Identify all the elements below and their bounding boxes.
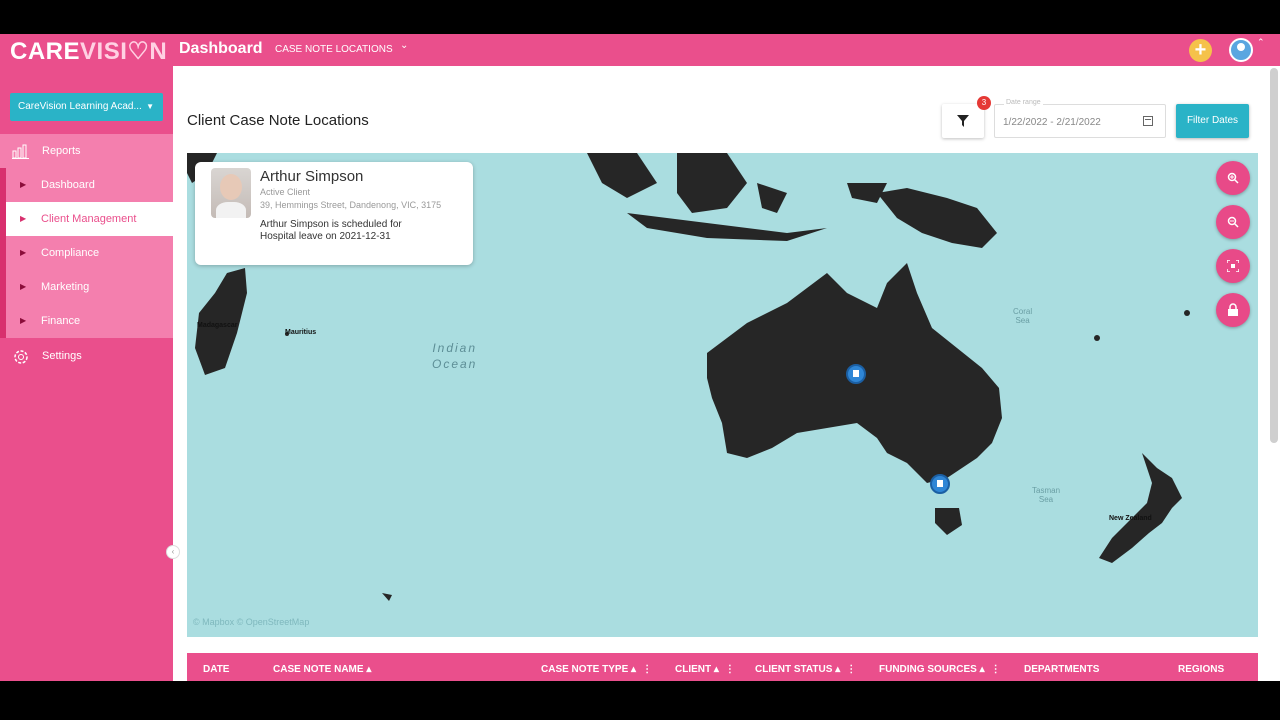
column-menu-icon[interactable]: ⋮	[642, 664, 652, 675]
column-header-date[interactable]: DATE	[203, 664, 229, 675]
add-button[interactable]: +	[1189, 39, 1212, 62]
sidebar-item-client-management[interactable]: ▶ Client Management	[0, 202, 173, 236]
column-menu-icon[interactable]: ⋮	[846, 664, 856, 675]
lock-icon	[1228, 303, 1238, 316]
triangle-right-icon: ▶	[20, 316, 27, 325]
column-header-label: DATE	[203, 664, 230, 675]
nav-title[interactable]: Dashboard	[179, 40, 263, 58]
client-note: Arthur Simpson is scheduled for Hospital…	[260, 219, 402, 242]
triangle-right-icon: ▶	[20, 282, 27, 291]
column-header-label: CLIENT	[675, 664, 712, 675]
country-label-madagascar: Madagascar	[197, 322, 238, 329]
bar-chart-icon	[12, 143, 30, 159]
sort-up-icon: ▴	[979, 664, 985, 675]
triangle-right-icon: ▶	[20, 180, 27, 189]
column-header-case-note-type[interactable]: CASE NOTE TYPE ▴ ⋮	[541, 664, 652, 675]
organisation-select-label: CareVision Learning Acad...	[18, 101, 142, 112]
client-address: 39, Hemmings Street, Dandenong, VIC, 317…	[260, 200, 442, 210]
sidebar-item-reports[interactable]: Reports	[0, 134, 173, 168]
column-header-funding-sources[interactable]: FUNDING SOURCES ▴ ⋮	[879, 664, 1001, 675]
column-header-client[interactable]: CLIENT ▴ ⋮	[675, 664, 735, 675]
sidebar-item-label: Dashboard	[41, 179, 95, 191]
client-avatar	[211, 168, 251, 218]
sidebar-item-label: Finance	[41, 315, 81, 327]
sea-label-coral: Coral Sea	[1013, 307, 1033, 325]
page-scrollbar[interactable]	[1270, 68, 1278, 443]
date-range-value: 1/22/2022 - 2/21/2022	[1003, 117, 1101, 128]
date-range-label: Date range	[1004, 99, 1043, 106]
logo-text-visi: VISI	[80, 38, 128, 65]
user-avatar-icon[interactable]	[1229, 38, 1253, 62]
sidebar-item-label: Reports	[42, 145, 81, 157]
triangle-right-icon: ▶	[20, 248, 27, 257]
column-header-label: CLIENT STATUS	[755, 664, 833, 675]
sidebar-item-compliance[interactable]: ▶ Compliance	[0, 236, 173, 270]
sidebar-item-label: Settings	[42, 350, 82, 362]
column-header-client-status[interactable]: CLIENT STATUS ▴ ⋮	[755, 664, 856, 675]
sidebar-collapse-handle[interactable]: ‹	[166, 545, 180, 559]
sidebar-item-label: Compliance	[41, 247, 100, 259]
sea-label-tasman: Tasman Sea	[1032, 486, 1061, 504]
client-info-card: Arthur Simpson Active Client 39, Hemming…	[195, 162, 473, 265]
column-menu-icon[interactable]: ⋮	[725, 664, 735, 675]
app-window: CAREVISI♡N Dashboard CASE NOTE LOCATIONS…	[0, 34, 1280, 681]
column-header-regions[interactable]: REGIONS	[1178, 664, 1224, 675]
country-label-new-zealand: New Zealand	[1109, 515, 1152, 522]
nav-subtitle[interactable]: CASE NOTE LOCATIONS	[275, 44, 393, 55]
user-menu-chevron-icon[interactable]: ⌃	[1257, 37, 1265, 48]
sidebar-item-finance[interactable]: ▶ Finance	[0, 304, 173, 338]
logo-text-care: CARE	[10, 38, 81, 65]
fullscreen-icon	[1226, 259, 1240, 273]
sort-up-icon: ▴	[835, 664, 841, 675]
filter-button[interactable]	[942, 104, 984, 138]
filter-count-badge: 3	[977, 96, 991, 110]
column-header-label: FUNDING SOURCES	[879, 664, 977, 675]
calendar-icon[interactable]	[1143, 116, 1153, 126]
heart-icon: ♡	[127, 38, 150, 65]
map-marker-icon[interactable]	[846, 364, 866, 384]
column-header-departments[interactable]: DEPARTMENTS	[1024, 664, 1099, 675]
zoom-in-button[interactable]	[1216, 161, 1250, 195]
sidebar-item-settings[interactable]: Settings	[0, 339, 173, 373]
column-header-case-note-name[interactable]: CASE NOTE NAME ▴	[273, 664, 371, 675]
column-header-label: CASE NOTE TYPE	[541, 664, 629, 675]
chevron-down-icon[interactable]: ⌄	[400, 40, 408, 51]
column-header-label: CASE NOTE NAME	[273, 664, 364, 675]
sort-up-icon: ▴	[631, 664, 637, 675]
sidebar-item-dashboard[interactable]: ▶ Dashboard	[0, 168, 173, 202]
caret-down-icon: ▼	[146, 102, 154, 111]
carevision-logo[interactable]: CAREVISI♡N	[10, 37, 167, 66]
sort-up-icon: ▴	[713, 664, 719, 675]
column-header-label: REGIONS	[1178, 664, 1225, 675]
fit-bounds-button[interactable]	[1216, 249, 1250, 283]
map-marker-icon[interactable]	[930, 474, 950, 494]
zoom-in-icon	[1227, 172, 1239, 184]
column-header-label: DEPARTMENTS	[1024, 664, 1100, 675]
organisation-select[interactable]: CareVision Learning Acad... ▼	[10, 93, 163, 121]
filter-dates-button[interactable]: Filter Dates	[1176, 104, 1249, 138]
client-name: Arthur Simpson	[260, 168, 364, 185]
sidebar-item-marketing[interactable]: ▶ Marketing	[0, 270, 173, 304]
triangle-right-icon: ▶	[20, 214, 27, 223]
gear-icon	[12, 348, 30, 364]
zoom-out-button[interactable]	[1216, 205, 1250, 239]
sort-up-icon: ▴	[366, 664, 372, 675]
page-title: Client Case Note Locations	[187, 112, 369, 129]
zoom-out-icon	[1227, 216, 1239, 228]
sidebar: CareVision Learning Acad... ▼ Reports ▶ …	[0, 66, 173, 681]
date-range-field[interactable]: 1/22/2022 - 2/21/2022	[994, 104, 1166, 138]
top-bar: CAREVISI♡N Dashboard CASE NOTE LOCATIONS…	[0, 34, 1280, 66]
sidebar-item-label: Marketing	[41, 281, 90, 293]
lock-map-button[interactable]	[1216, 293, 1250, 327]
logo-text-n: N	[149, 38, 168, 65]
filter-icon	[957, 115, 969, 127]
country-label-mauritius: Mauritius	[285, 329, 317, 336]
ocean-label: Indian Ocean	[432, 341, 478, 371]
client-status: Active Client	[260, 187, 311, 197]
sidebar-item-label: Client Management	[41, 213, 137, 225]
map-attribution[interactable]: © Mapbox © OpenStreetMap	[193, 617, 309, 627]
case-note-table-header: DATE CASE NOTE NAME ▴ CASE NOTE TYPE ▴ ⋮ …	[187, 653, 1258, 681]
column-menu-icon[interactable]: ⋮	[991, 664, 1001, 675]
